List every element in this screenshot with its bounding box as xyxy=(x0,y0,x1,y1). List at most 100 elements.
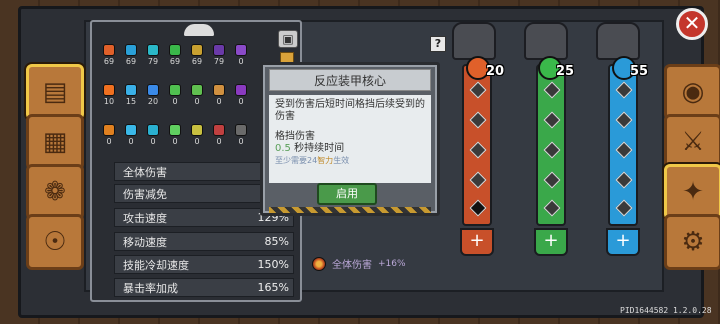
gem-grid: 69 69 79 69 69 79 0 10 15 20 0 0 0 0 0 0… xyxy=(98,44,268,164)
track-node-icon[interactable] xyxy=(543,199,561,217)
scythe-icon xyxy=(213,124,225,136)
tab-wheel[interactable]: ☉ xyxy=(26,214,84,270)
gem-cell[interactable]: 0 xyxy=(230,84,252,124)
gem-cell[interactable]: 69 xyxy=(98,44,120,84)
arrow-icon xyxy=(147,124,159,136)
gem-count: 0 xyxy=(150,137,156,146)
stat-label: 伤害减免 xyxy=(123,187,167,201)
tab-settings[interactable]: ⚙ xyxy=(664,214,720,270)
track-node-icon[interactable] xyxy=(615,81,633,99)
gem-cell[interactable]: 0 xyxy=(230,124,252,164)
stat-value: 150% xyxy=(257,258,289,271)
track-node-icon[interactable] xyxy=(615,111,633,129)
track-node-icon[interactable] xyxy=(543,81,561,99)
track-node-icon[interactable] xyxy=(543,141,561,159)
leaf-icon xyxy=(169,84,181,96)
stat-label: 暴击率加成 xyxy=(123,281,178,295)
gem-cell[interactable]: 0 xyxy=(230,44,252,84)
tab-paw[interactable]: ❁ xyxy=(26,164,84,220)
gem-cell[interactable]: 0 xyxy=(208,124,230,164)
gem-count: 10 xyxy=(103,97,115,106)
crystal-icon xyxy=(125,84,137,96)
blue-track-plus-button[interactable]: + xyxy=(606,228,640,256)
gem-cell[interactable]: 0 xyxy=(164,124,186,164)
track-node-icon[interactable] xyxy=(543,111,561,129)
green-track-level: 25 xyxy=(556,64,575,79)
stat-row: 技能冷却速度 150% xyxy=(114,255,294,274)
track-node-icon[interactable] xyxy=(615,199,633,217)
tab-helmet[interactable]: ◉ xyxy=(664,64,720,120)
camera-icon: ▣ xyxy=(282,32,294,46)
torch-icon xyxy=(103,124,115,136)
help-button[interactable]: ? xyxy=(430,36,446,52)
tab-map[interactable]: ▦ xyxy=(26,114,84,170)
green-track-plus-button[interactable]: + xyxy=(534,228,568,256)
track-node-icon[interactable] xyxy=(615,141,633,159)
skull-icon xyxy=(191,84,203,96)
requirement-stat: 智力 xyxy=(317,156,334,165)
track-node-icon[interactable] xyxy=(469,199,487,217)
effect-title: 格挡伤害 xyxy=(275,131,315,142)
stat-row: 暴击率加成 165% xyxy=(114,278,294,297)
gem-count: 0 xyxy=(194,97,200,106)
water-gem-icon xyxy=(125,44,137,56)
arcane-gem-icon xyxy=(235,44,247,56)
track-node-icon[interactable] xyxy=(543,171,561,189)
gem-cell[interactable]: 20 xyxy=(142,84,164,124)
camera-button[interactable]: ▣ xyxy=(278,30,298,48)
blue-track xyxy=(608,64,638,226)
gem-cell[interactable]: 10 xyxy=(98,84,120,124)
gem-cell[interactable]: 79 xyxy=(142,44,164,84)
helmet-icon: ◉ xyxy=(681,77,705,107)
red-track-plus-button[interactable]: + xyxy=(460,228,494,256)
gem-cell[interactable]: 0 xyxy=(120,124,142,164)
stat-row: 移动速度 85% xyxy=(114,232,294,251)
popup-description: 受到伤害后短时间格挡后续受到的伤害 xyxy=(275,99,425,122)
plus-icon: + xyxy=(543,230,559,251)
gear-icon: ⚙ xyxy=(681,227,705,257)
gem-count: 20 xyxy=(147,97,159,106)
effect-value: 0.5 xyxy=(275,143,291,154)
gem-count: 69 xyxy=(103,57,115,66)
gem-count: 69 xyxy=(191,57,203,66)
gem-cell[interactable]: 0 xyxy=(186,124,208,164)
track-node-icon[interactable] xyxy=(469,141,487,159)
gem-cell[interactable]: 0 xyxy=(208,84,230,124)
gem-cell[interactable]: 0 xyxy=(164,84,186,124)
gem-cell[interactable]: 69 xyxy=(164,44,186,84)
stat-label: 全体伤害 xyxy=(123,165,167,179)
requirement-line: 至少需要24智力生效 xyxy=(275,155,425,167)
gem-count: 0 xyxy=(194,137,200,146)
enable-button[interactable]: 启用 xyxy=(317,183,377,205)
gem-cell[interactable]: 0 xyxy=(142,124,164,164)
stat-value: 85% xyxy=(264,235,289,248)
track-node-icon[interactable] xyxy=(469,111,487,129)
gem-count: 0 xyxy=(238,97,244,106)
popup-title: 反应装甲核心 xyxy=(269,69,431,91)
gem-count: 0 xyxy=(238,137,244,146)
hazard-stripe xyxy=(269,207,431,213)
plus-icon: + xyxy=(615,230,631,251)
gem-count: 79 xyxy=(213,57,225,66)
gem-count: 69 xyxy=(169,57,181,66)
track-node-icon[interactable] xyxy=(469,171,487,189)
gem-cell[interactable]: 0 xyxy=(98,124,120,164)
stat-value: 165% xyxy=(257,281,289,294)
gem-cell[interactable]: 69 xyxy=(186,44,208,84)
close-button[interactable]: ✕ xyxy=(676,8,708,40)
tab-skills[interactable]: ✦ xyxy=(664,164,720,220)
paw-icon: ❁ xyxy=(44,177,66,207)
requirement-text: 至少需要24 xyxy=(275,156,318,165)
compass-star-icon: ✦ xyxy=(682,177,704,207)
effect-line: 0.5 秒持续时间 xyxy=(275,143,425,155)
tab-weapons[interactable]: ⚔ xyxy=(664,114,720,170)
earth-gem-icon xyxy=(191,44,203,56)
gem-cell[interactable]: 79 xyxy=(208,44,230,84)
gem-cell[interactable]: 15 xyxy=(120,84,142,124)
track-node-icon[interactable] xyxy=(615,171,633,189)
track-node-icon[interactable] xyxy=(469,81,487,99)
effect-text: 秒持续时间 xyxy=(294,143,345,154)
gem-cell[interactable]: 0 xyxy=(186,84,208,124)
gem-cell[interactable]: 69 xyxy=(120,44,142,84)
tab-book[interactable]: ▤ xyxy=(26,64,84,120)
